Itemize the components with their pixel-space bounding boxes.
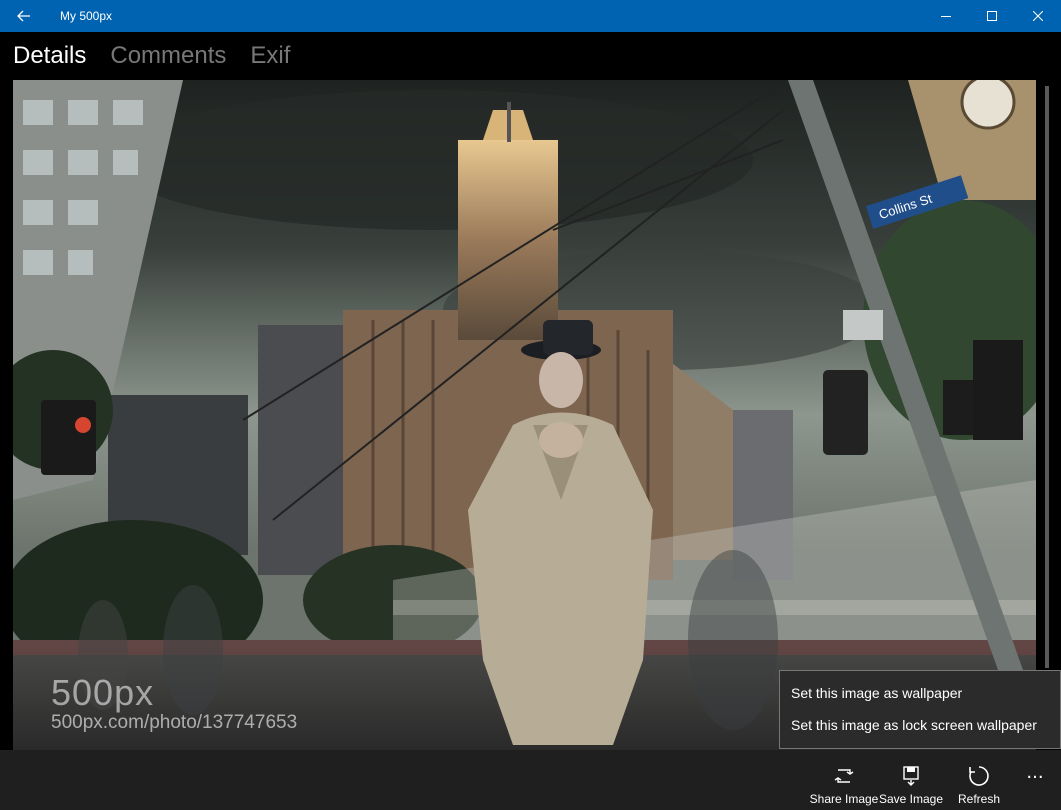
- menu-item-set-wallpaper[interactable]: Set this image as wallpaper: [780, 677, 1060, 709]
- back-arrow-icon: [17, 10, 30, 22]
- wallpaper-flyout-menu: Set this image as wallpaper Set this ima…: [779, 670, 1061, 749]
- minimize-icon: [941, 16, 951, 17]
- share-icon: [834, 769, 854, 783]
- scrollbar-thumb[interactable]: [1045, 86, 1049, 668]
- back-button[interactable]: [0, 0, 48, 32]
- minimize-button[interactable]: [923, 0, 969, 32]
- more-options-button[interactable]: ...: [1020, 760, 1050, 790]
- save-image-button[interactable]: Save Image: [878, 750, 944, 810]
- close-icon: [1033, 11, 1043, 21]
- photo-scene: Collins St: [13, 80, 1036, 750]
- tab-details[interactable]: Details: [13, 42, 86, 70]
- command-bar: Share Image Save Image Refresh: [0, 750, 1061, 810]
- window-title: My 500px: [60, 9, 113, 23]
- maximize-icon: [987, 11, 997, 21]
- menu-item-set-lockscreen[interactable]: Set this image as lock screen wallpaper: [780, 709, 1060, 741]
- share-image-button[interactable]: Share Image: [810, 750, 878, 810]
- pivot-tabs: Details Comments Exif: [0, 32, 1061, 80]
- maximize-button[interactable]: [969, 0, 1015, 32]
- tab-exif[interactable]: Exif: [250, 42, 290, 70]
- photo-view: Collins St 500px 500px.com/photo/1377476…: [13, 80, 1036, 750]
- save-image-label: Save Image: [878, 792, 944, 806]
- title-bar: My 500px: [0, 0, 1061, 32]
- refresh-button[interactable]: Refresh: [948, 750, 1010, 810]
- tab-comments[interactable]: Comments: [110, 42, 226, 70]
- watermark-logo: 500px: [51, 672, 155, 713]
- close-button[interactable]: [1015, 0, 1061, 32]
- watermark-url: 500px.com/photo/137747653: [51, 712, 298, 733]
- refresh-label: Refresh: [957, 792, 1001, 806]
- refresh-icon: [969, 766, 989, 786]
- share-image-label: Share Image: [809, 792, 879, 806]
- save-icon: [903, 766, 919, 786]
